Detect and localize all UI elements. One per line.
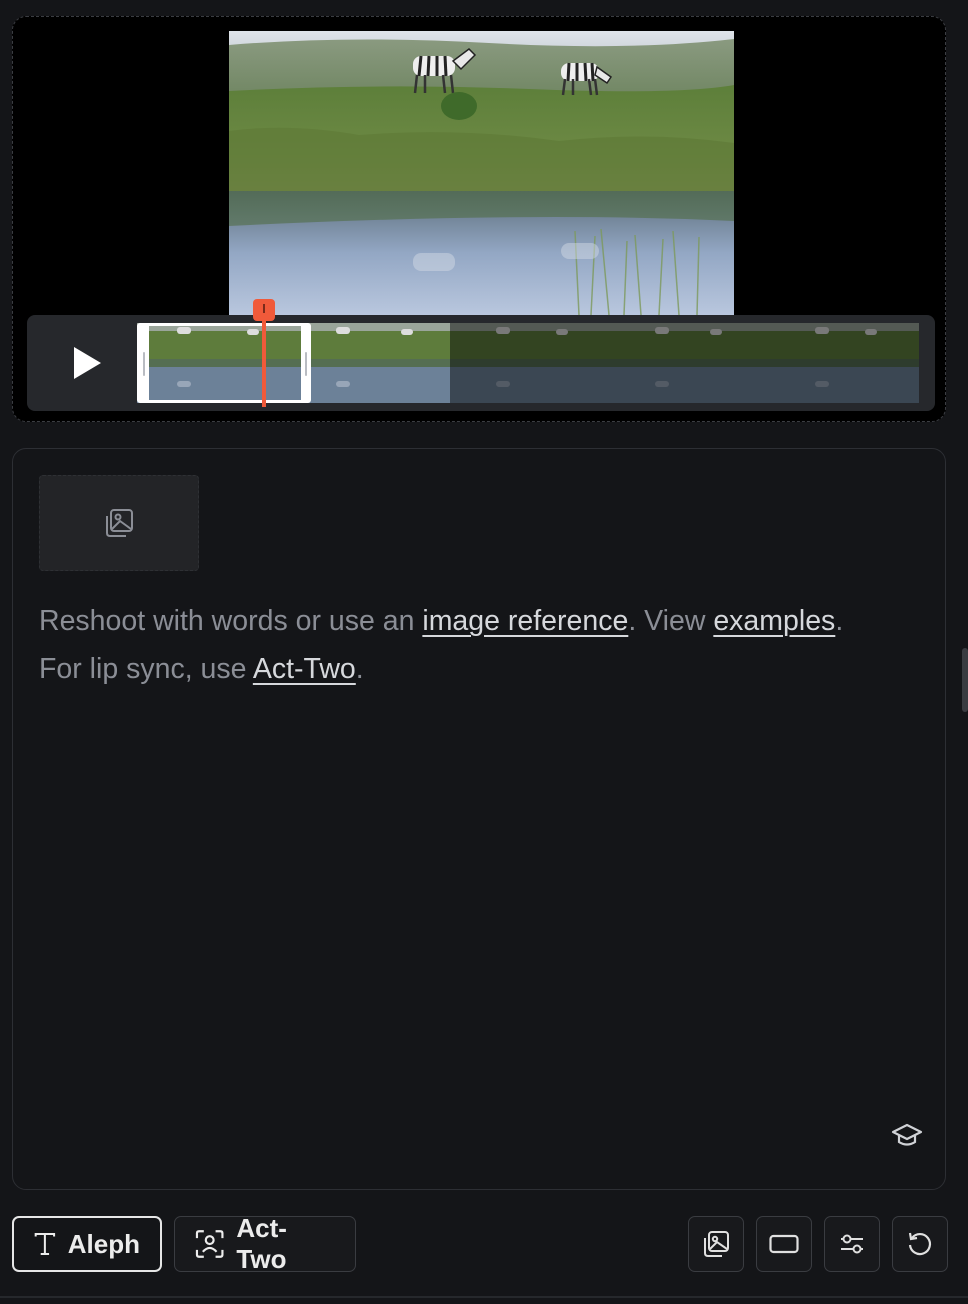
- timeline-thumbnail: [293, 323, 450, 403]
- prompt-text-part: .: [835, 605, 844, 637]
- settings-sliders-icon: [841, 1234, 863, 1254]
- aleph-mode-button[interactable]: Aleph: [12, 1216, 162, 1272]
- image-reference-icon: [704, 1231, 729, 1257]
- act-two-mode-label: Act-Two: [236, 1213, 287, 1274]
- reset-icon: [908, 1232, 932, 1256]
- zebra-scene-image: [229, 31, 734, 315]
- prompt-panel[interactable]: Reshoot with words or use an image refer…: [12, 448, 946, 1190]
- reset-button[interactable]: [892, 1216, 948, 1272]
- bottom-divider: [0, 1296, 968, 1298]
- video-preview-panel: [12, 16, 946, 422]
- image-stack-icon: [106, 509, 133, 537]
- play-button[interactable]: [57, 335, 117, 391]
- image-reference-link[interactable]: image reference: [422, 605, 628, 637]
- aspect-ratio-button[interactable]: [756, 1216, 812, 1272]
- video-frame[interactable]: [229, 31, 734, 315]
- playhead-line[interactable]: [262, 319, 266, 407]
- act-two-mode-button[interactable]: Act-Two: [174, 1213, 356, 1274]
- act-two-link[interactable]: Act-Two: [253, 653, 356, 685]
- timeline-thumbnail: [606, 323, 763, 403]
- learn-button[interactable]: [891, 1122, 923, 1155]
- trim-selection-handle[interactable]: [137, 323, 311, 403]
- aspect-ratio-icon: [769, 1234, 799, 1254]
- play-icon: [74, 347, 101, 379]
- playhead-handle[interactable]: [253, 299, 275, 323]
- prompt-text-part: .: [355, 653, 364, 685]
- graduation-cap-icon: [891, 1123, 923, 1146]
- settings-button[interactable]: [824, 1216, 880, 1272]
- timeline-thumbnail: [449, 323, 607, 403]
- timeline-thumbnail: [762, 323, 919, 403]
- prompt-text-part: Reshoot with words or use an: [39, 605, 423, 637]
- prompt-placeholder[interactable]: Reshoot with words or use an image refer…: [39, 597, 929, 693]
- prompt-text-part: For lip sync, use: [39, 653, 253, 685]
- trim-end-grip[interactable]: [305, 352, 307, 376]
- aleph-mode-label: Aleph: [67, 1228, 140, 1259]
- examples-link[interactable]: examples: [713, 605, 835, 637]
- scrollbar[interactable]: [962, 648, 968, 712]
- face-scan-icon: [195, 1230, 224, 1258]
- prompt-text-part: . View: [628, 605, 714, 637]
- image-reference-slot[interactable]: [39, 475, 199, 571]
- image-reference-button[interactable]: [688, 1216, 744, 1272]
- trim-start-grip[interactable]: [143, 352, 145, 376]
- text-tool-icon: [34, 1232, 56, 1256]
